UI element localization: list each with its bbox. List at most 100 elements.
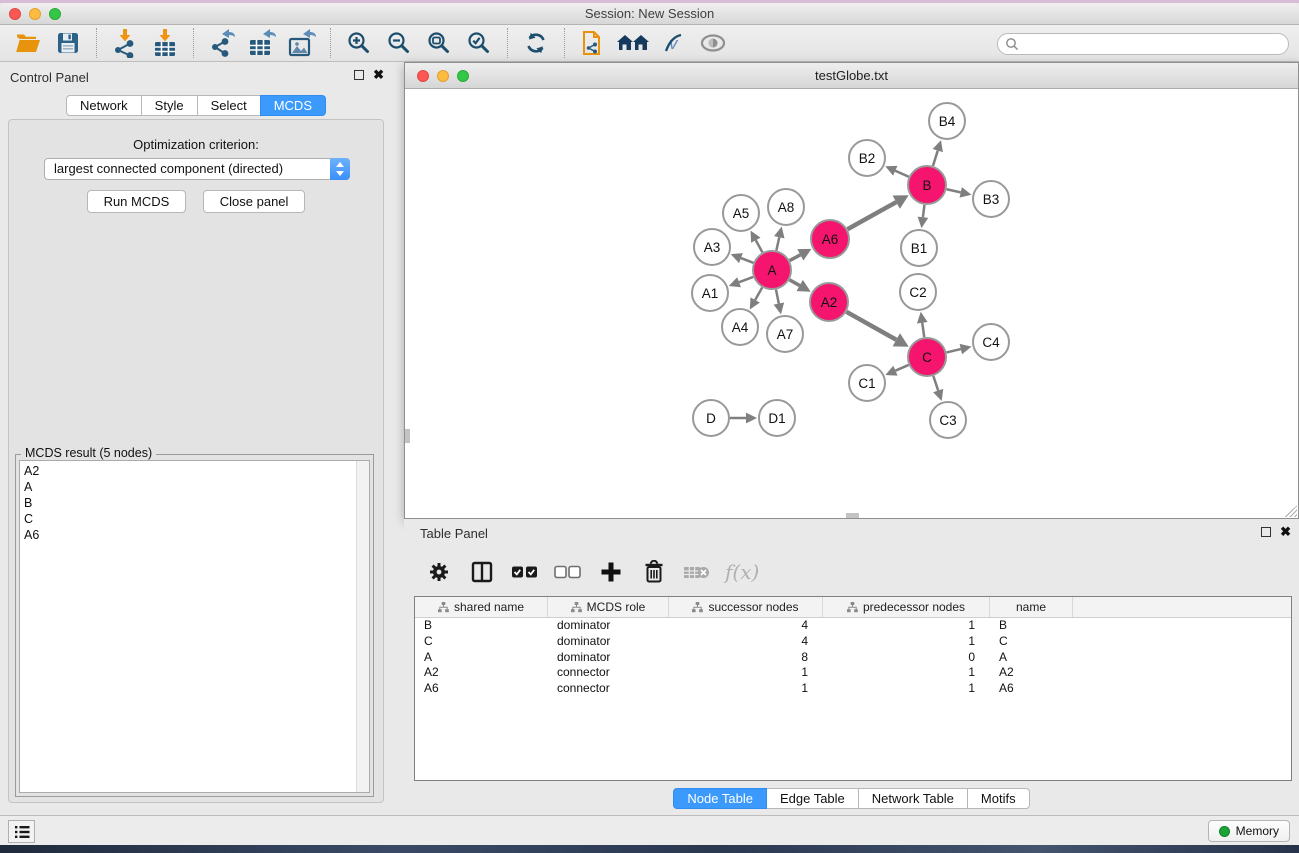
table-cell[interactable]: 4 (669, 634, 823, 650)
graph-edge-B-B2[interactable] (895, 171, 908, 177)
table-cell[interactable]: dominator (548, 618, 669, 634)
destroy-table-icon[interactable] (682, 557, 712, 587)
duplicate-network-icon[interactable] (576, 28, 610, 58)
home-view-icon[interactable] (616, 28, 650, 58)
mcds-result-item[interactable]: A2 (24, 463, 369, 479)
graph-edge-A-A6[interactable] (790, 255, 801, 261)
zoom-selected-icon[interactable] (462, 28, 496, 58)
table-cell[interactable]: A2 (415, 665, 548, 681)
deselect-all-icon[interactable] (553, 557, 583, 587)
float-panel-icon[interactable] (354, 70, 364, 80)
table-cell[interactable]: A (415, 650, 548, 666)
table-cell[interactable]: B (990, 618, 1073, 634)
open-file-icon[interactable] (11, 28, 45, 58)
table-cell[interactable]: 1 (823, 681, 990, 697)
select-all-icon[interactable] (510, 557, 540, 587)
table-settings-icon[interactable] (424, 557, 454, 587)
table-cell[interactable]: 1 (823, 618, 990, 634)
graph-edge-A-A1[interactable] (739, 277, 753, 282)
table-row[interactable]: Adominator80A (415, 650, 1291, 666)
save-session-icon[interactable] (51, 28, 85, 58)
table-row[interactable]: Bdominator41B (415, 618, 1291, 634)
table-cell[interactable]: 1 (669, 665, 823, 681)
close-panel-icon[interactable]: ✖ (373, 70, 384, 80)
import-table-icon[interactable] (148, 28, 182, 58)
mcds-result-item[interactable]: A (24, 479, 369, 495)
export-network-icon[interactable] (205, 28, 239, 58)
horizontal-scroll-indicator[interactable] (846, 513, 859, 518)
table-cell[interactable]: A (990, 650, 1073, 666)
table-cell[interactable]: C (415, 634, 548, 650)
tab-network[interactable]: Network (66, 95, 142, 116)
close-table-panel-icon[interactable]: ✖ (1280, 527, 1291, 537)
tab-select[interactable]: Select (197, 95, 261, 116)
table-cell[interactable]: dominator (548, 650, 669, 666)
network-graph[interactable]: B4B2BB3A5A8A6B1A3AA1C2A2A4A7C4CC1C3DD1 (405, 89, 1298, 518)
tab-network-table[interactable]: Network Table (858, 788, 968, 809)
column-header-successor-nodes[interactable]: successor nodes (669, 597, 823, 617)
table-row[interactable]: A2connector11A2 (415, 665, 1291, 681)
graph-edge-B-B3[interactable] (947, 189, 961, 192)
column-header-MCDS-role[interactable]: MCDS role (548, 597, 669, 617)
label-visibility-icon[interactable]: v (656, 28, 690, 58)
main-titlebar[interactable]: Session: New Session (0, 3, 1299, 25)
column-header-predecessor-nodes[interactable]: predecessor nodes (823, 597, 990, 617)
table-cell[interactable]: 1 (669, 681, 823, 697)
zoom-out-icon[interactable] (382, 28, 416, 58)
graph-edge-C-C3[interactable] (933, 376, 938, 391)
table-cell[interactable]: 1 (823, 634, 990, 650)
add-column-icon[interactable] (596, 557, 626, 587)
table-cell[interactable]: A2 (990, 665, 1073, 681)
run-mcds-button[interactable]: Run MCDS (87, 190, 187, 213)
delete-column-icon[interactable] (639, 557, 669, 587)
graph-edge-C-C4[interactable] (946, 349, 960, 352)
vertical-scroll-indicator[interactable] (405, 429, 410, 443)
tab-mcds[interactable]: MCDS (260, 95, 326, 116)
column-header-name[interactable]: name (990, 597, 1073, 617)
table-cell[interactable]: dominator (548, 634, 669, 650)
mcds-result-list[interactable]: A2ABCA6 (19, 460, 370, 793)
task-history-button[interactable] (8, 820, 35, 843)
column-header-shared-name[interactable]: shared name (415, 597, 548, 617)
export-image-icon[interactable] (285, 28, 319, 58)
graph-edge-A-A8[interactable] (776, 237, 779, 250)
show-graphics-details-icon[interactable] (696, 28, 730, 58)
table-cell[interactable]: 4 (669, 618, 823, 634)
table-cell[interactable]: 8 (669, 650, 823, 666)
table-cell[interactable]: A6 (990, 681, 1073, 697)
table-cell[interactable]: C (990, 634, 1073, 650)
table-row[interactable]: Cdominator41C (415, 634, 1291, 650)
graph-edge-A-A2[interactable] (789, 280, 799, 286)
graph-edge-A-A5[interactable] (756, 240, 763, 252)
graph-edge-A-A3[interactable] (741, 258, 753, 263)
refresh-layout-icon[interactable] (519, 28, 553, 58)
import-network-icon[interactable] (108, 28, 142, 58)
graph-edge-C-C1[interactable] (895, 365, 908, 371)
network-canvas[interactable]: B4B2BB3A5A8A6B1A3AA1C2A2A4A7C4CC1C3DD1 (405, 89, 1298, 518)
table-cell[interactable]: A6 (415, 681, 548, 697)
tab-node-table[interactable]: Node Table (673, 788, 767, 809)
memory-button[interactable]: Memory (1208, 820, 1290, 842)
result-list-scrollbar[interactable] (356, 461, 369, 792)
table-cell[interactable]: connector (548, 665, 669, 681)
mcds-result-item[interactable]: C (24, 511, 369, 527)
float-table-panel-icon[interactable] (1261, 527, 1271, 537)
mcds-result-item[interactable]: A6 (24, 527, 369, 543)
tab-motifs[interactable]: Motifs (967, 788, 1030, 809)
dropdown-stepper-icon[interactable] (330, 158, 350, 180)
search-input[interactable] (1020, 35, 1288, 53)
table-cell[interactable]: B (415, 618, 548, 634)
optimization-criterion-dropdown[interactable]: largest connected component (directed) (44, 158, 350, 180)
mcds-result-item[interactable]: B (24, 495, 369, 511)
search-field[interactable] (997, 33, 1289, 55)
column-visibility-icon[interactable] (467, 557, 497, 587)
zoom-in-icon[interactable] (342, 28, 376, 58)
table-cell[interactable]: connector (548, 681, 669, 697)
tab-edge-table[interactable]: Edge Table (766, 788, 859, 809)
equation-builder-icon[interactable]: f(x) (725, 560, 759, 584)
export-table-icon[interactable] (245, 28, 279, 58)
graph-edge-C-C2[interactable] (922, 323, 924, 337)
table-cell[interactable]: 0 (823, 650, 990, 666)
graph-edge-B-B1[interactable] (923, 205, 925, 217)
network-window-titlebar[interactable]: testGlobe.txt (405, 63, 1298, 89)
